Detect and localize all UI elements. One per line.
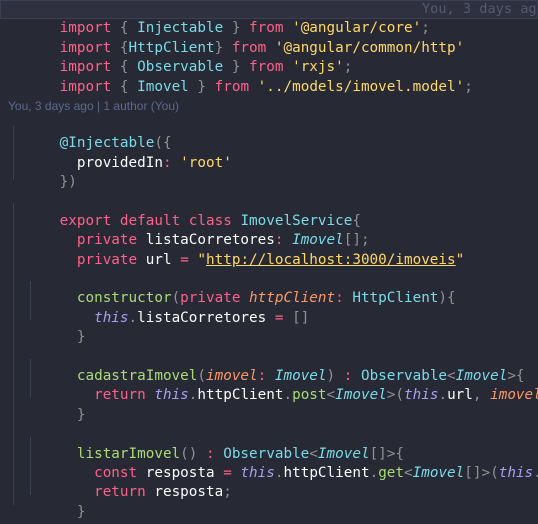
code-line-text: import { Observable } from 'rxjs'; — [59, 59, 353, 76]
inline-blame-annotation: You, 3 days ag — [422, 1, 537, 17]
code-line-text: providedIn: 'root' — [76, 154, 232, 171]
code-line-text: @Injectable({ — [59, 135, 172, 152]
code-line-text: private url = "http://localhost:3000/imo… — [76, 251, 465, 268]
indent-guide-level-1 — [13, 126, 14, 180]
code-editor[interactable]: import { Injectable } from '@angular/cor… — [0, 0, 538, 524]
code-line-text: return resposta; — [94, 484, 232, 501]
indent-guide-level-2 — [30, 281, 31, 320]
code-line-text: cadastraImovel(imovel: Imovel) : Observa… — [76, 368, 525, 385]
code-line-text: constructor(private httpClient: HttpClie… — [76, 290, 456, 307]
code-line[interactable]: @Injectable({ — [0, 115, 538, 151]
indent-guide-level-1 — [13, 203, 14, 505]
indent-guide-level-2 — [30, 437, 31, 495]
url-string-link[interactable]: http://localhost:3000/imoveis — [206, 252, 456, 268]
code-line[interactable]: import { Injectable } from '@angular/cor… — [0, 0, 538, 36]
code-lines-container[interactable]: import { Injectable } from '@angular/cor… — [0, 0, 538, 524]
code-line-blank[interactable] — [0, 173, 538, 192]
code-line-text: import { Imovel } from '../models/imovel… — [59, 78, 473, 95]
code-line-text: listarImovel() : Observable<Imovel[]>{ — [76, 445, 404, 462]
code-line[interactable]: constructor(private httpClient: HttpClie… — [0, 270, 538, 306]
code-line[interactable]: export default class ImovelService{ — [0, 193, 538, 229]
code-line-text: } — [76, 329, 86, 346]
code-line-text: }) — [59, 174, 77, 191]
code-line-text: import { Injectable } from '@angular/cor… — [59, 20, 430, 37]
code-line-text: return this.httpClient.post<Imovel>(this… — [94, 387, 538, 404]
code-line-text: this.listaCorretores = [] — [94, 309, 310, 326]
code-line-text: import {HttpClient} from '@angular/commo… — [59, 39, 465, 56]
code-line-text: } — [76, 406, 86, 423]
code-line[interactable]: listarImovel() : Observable<Imovel[]>{ — [0, 425, 538, 462]
codelens-git-blame[interactable]: You, 3 days ago | 1 author (You) — [0, 97, 538, 115]
code-line[interactable]: cadastraImovel(imovel: Imovel) : Observa… — [0, 348, 538, 384]
code-line-text: export default class ImovelService{ — [59, 212, 361, 229]
code-line-text: private listaCorretores: Imovel[]; — [76, 232, 370, 249]
code-line-text: } — [76, 503, 86, 520]
indent-guide-level-2 — [30, 359, 31, 398]
code-line-text: const resposta = this.httpClient.get<Imo… — [94, 465, 538, 481]
